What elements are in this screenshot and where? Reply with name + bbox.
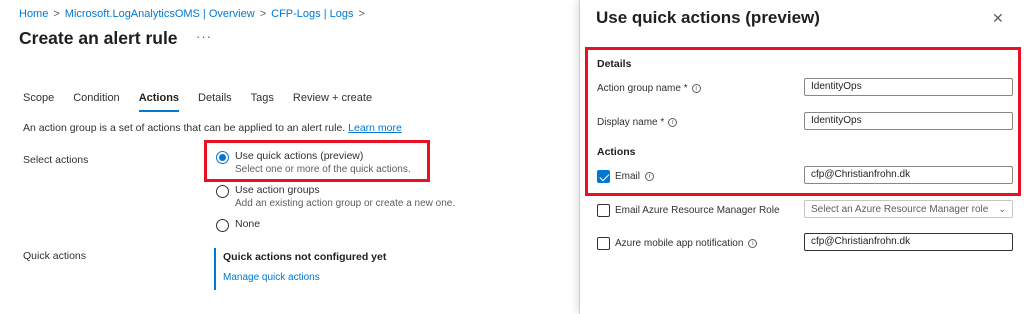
radio-none-label: None bbox=[235, 218, 261, 230]
select-actions-label: Select actions bbox=[23, 154, 89, 166]
breadcrumb-overview[interactable]: Microsoft.LogAnalyticsOMS | Overview bbox=[65, 8, 255, 20]
action-group-description: An action group is a set of actions that… bbox=[23, 122, 402, 134]
info-icon[interactable]: i bbox=[668, 118, 678, 127]
actions-heading: Actions bbox=[597, 146, 636, 158]
radio-button[interactable] bbox=[216, 219, 229, 232]
description-text: An action group is a set of actions that… bbox=[23, 122, 346, 134]
alert-rule-page: Home > Microsoft.LogAnalyticsOMS | Overvie… bbox=[0, 0, 580, 314]
email-arm-role-checkbox-row[interactable]: Email Azure Resource Manager Role bbox=[597, 204, 780, 217]
quick-actions-status: Quick actions not configured yet bbox=[223, 251, 387, 263]
mobile-app-checkbox[interactable] bbox=[597, 237, 610, 250]
tab-actions[interactable]: Actions bbox=[138, 92, 180, 112]
breadcrumb-separator: > bbox=[53, 8, 60, 20]
arm-role-select[interactable]: Select an Azure Resource Manager role ⌄ bbox=[804, 200, 1013, 218]
display-name-label-text: Display name * bbox=[597, 117, 665, 128]
panel-title: Use quick actions (preview) bbox=[596, 8, 820, 27]
display-name-input[interactable]: IdentityOps bbox=[804, 112, 1013, 130]
radio-none[interactable]: None bbox=[216, 218, 260, 232]
close-icon[interactable]: ✕ bbox=[992, 10, 1004, 27]
learn-more-link[interactable]: Learn more bbox=[348, 122, 402, 134]
tab-review-create[interactable]: Review + create bbox=[293, 92, 372, 112]
quick-actions-summary: Quick actions not configured yet Manage … bbox=[214, 248, 386, 290]
action-group-name-label-text: Action group name * bbox=[597, 83, 688, 94]
breadcrumb: Home > Microsoft.LogAnalyticsOMS | Overvie… bbox=[19, 8, 370, 20]
info-icon[interactable]: i bbox=[691, 84, 701, 93]
radio-action-groups-label: Use action groups bbox=[235, 184, 320, 196]
mobile-app-checkbox-row[interactable]: Azure mobile app notification i bbox=[597, 237, 758, 250]
tab-bar: Scope Condition Actions Details Tags Rev… bbox=[23, 92, 391, 112]
quick-actions-label: Quick actions bbox=[23, 250, 87, 262]
mobile-app-label: Azure mobile app notification bbox=[615, 238, 744, 249]
email-arm-role-checkbox[interactable] bbox=[597, 204, 610, 217]
breadcrumb-separator: > bbox=[358, 8, 365, 20]
breadcrumb-logs[interactable]: CFP-Logs | Logs bbox=[271, 8, 353, 20]
mobile-app-input[interactable]: cfp@Christianfrohn.dk bbox=[804, 233, 1013, 251]
arm-role-select-placeholder: Select an Azure Resource Manager role bbox=[811, 203, 989, 215]
tab-tags[interactable]: Tags bbox=[251, 92, 274, 112]
details-heading: Details bbox=[597, 58, 632, 70]
radio-action-groups[interactable]: Use action groups Add an existing action… bbox=[216, 184, 455, 209]
breadcrumb-separator: > bbox=[259, 8, 267, 20]
manage-quick-actions-link[interactable]: Manage quick actions bbox=[223, 272, 386, 283]
highlight-box bbox=[204, 140, 430, 182]
action-group-name-input[interactable]: IdentityOps bbox=[804, 78, 1013, 96]
tab-details[interactable]: Details bbox=[198, 92, 232, 112]
tab-scope[interactable]: Scope bbox=[23, 92, 54, 112]
email-checkbox-row[interactable]: Email i bbox=[597, 170, 655, 183]
action-group-name-label: Action group name * i bbox=[597, 83, 701, 94]
radio-button[interactable] bbox=[216, 185, 229, 198]
email-input[interactable]: cfp@Christianfrohn.dk bbox=[804, 166, 1013, 184]
radio-action-groups-description: Add an existing action group or create a… bbox=[235, 198, 456, 209]
email-label: Email bbox=[615, 171, 641, 182]
chevron-down-icon: ⌄ bbox=[998, 203, 1006, 214]
display-name-label: Display name * i bbox=[597, 117, 678, 128]
info-icon[interactable]: i bbox=[748, 239, 758, 248]
quick-actions-panel: Use quick actions (preview) ✕ Details Ac… bbox=[580, 0, 1024, 314]
email-checkbox[interactable] bbox=[597, 170, 610, 183]
breadcrumb-home[interactable]: Home bbox=[19, 8, 48, 20]
page-title: Create an alert rule bbox=[19, 28, 178, 48]
tab-condition[interactable]: Condition bbox=[73, 92, 119, 112]
more-options-button[interactable]: ··· bbox=[196, 29, 212, 44]
email-arm-role-label: Email Azure Resource Manager Role bbox=[615, 205, 780, 216]
info-icon[interactable]: i bbox=[645, 172, 655, 181]
